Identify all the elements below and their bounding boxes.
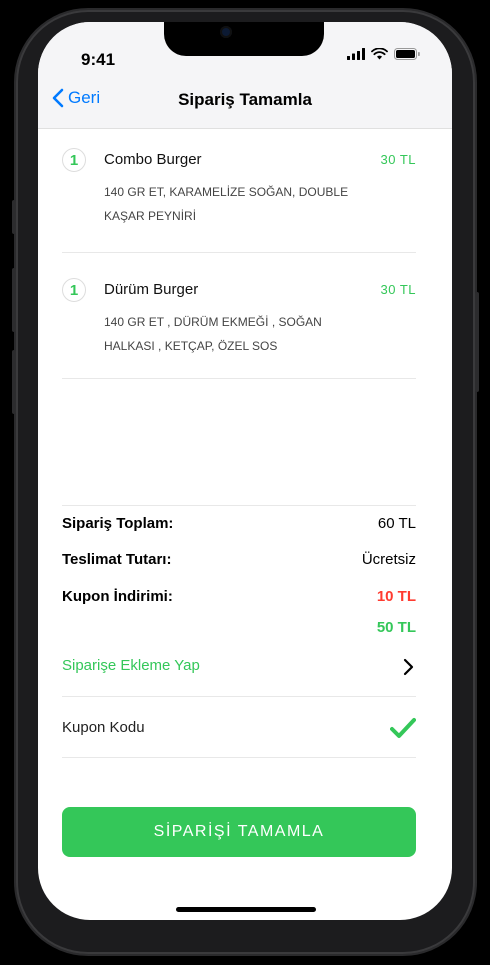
wifi-icon [371,48,388,60]
divider [62,378,416,379]
order-total-value: 60 TL [377,515,416,532]
phone-silence-switch [12,200,16,234]
grand-total-value: 50 TL [376,619,416,636]
battery-icon [394,48,420,60]
complete-order-button[interactable]: SİPARİŞİ TAMAMLA [62,807,416,857]
item-price: 30 TL [380,152,416,167]
divider [62,757,416,758]
add-to-order-row[interactable]: Siparişe Ekleme Yap [62,655,416,679]
delivery-fee-value: Ücretsiz [361,551,416,568]
coupon-code-label: Kupon Kodu [62,719,145,736]
coupon-code-row[interactable]: Kupon Kodu [62,717,416,741]
front-camera-icon [220,26,232,38]
phone-volume-up [12,268,16,332]
divider [62,696,416,697]
page-title: Sipariş Tamamla [178,90,312,109]
screen: 9:41 Geri Sipariş Tamamla 1 Combo Burger… [38,22,452,920]
item-quantity-badge: 1 [62,148,86,172]
checkmark-icon [390,718,416,738]
coupon-discount-label: Kupon İndirimi: [62,588,173,605]
divider [62,252,416,253]
notch [164,22,324,56]
item-price: 30 TL [380,282,416,297]
order-total-label: Sipariş Toplam: [62,515,174,532]
order-item: 1 Dürüm Burger 30 TL 140 GR ET , DÜRÜM E… [62,278,416,368]
item-description: 140 GR ET, KARAMELİZE SOĞAN, DOUBLE KAŞA… [104,185,349,223]
status-icons [347,48,420,60]
chevron-right-icon [403,658,414,676]
order-item: 1 Combo Burger 30 TL 140 GR ET, KARAMELİ… [62,148,416,238]
phone-power-button [475,292,479,392]
nav-bar: Geri Sipariş Tamamla [38,66,452,129]
phone-volume-down [12,350,16,414]
item-quantity-badge: 1 [62,278,86,302]
home-indicator [176,907,316,912]
delivery-fee-label: Teslimat Tutarı: [62,551,172,568]
divider [62,505,416,506]
add-to-order-label: Siparişe Ekleme Yap [62,657,200,674]
item-description: 140 GR ET , DÜRÜM EKMEĞİ , SOĞAN HALKASI… [104,315,322,353]
item-name: Combo Burger [104,151,202,168]
cellular-signal-icon [347,48,365,60]
coupon-discount-value: 10 TL [376,588,416,605]
item-name: Dürüm Burger [104,281,199,298]
